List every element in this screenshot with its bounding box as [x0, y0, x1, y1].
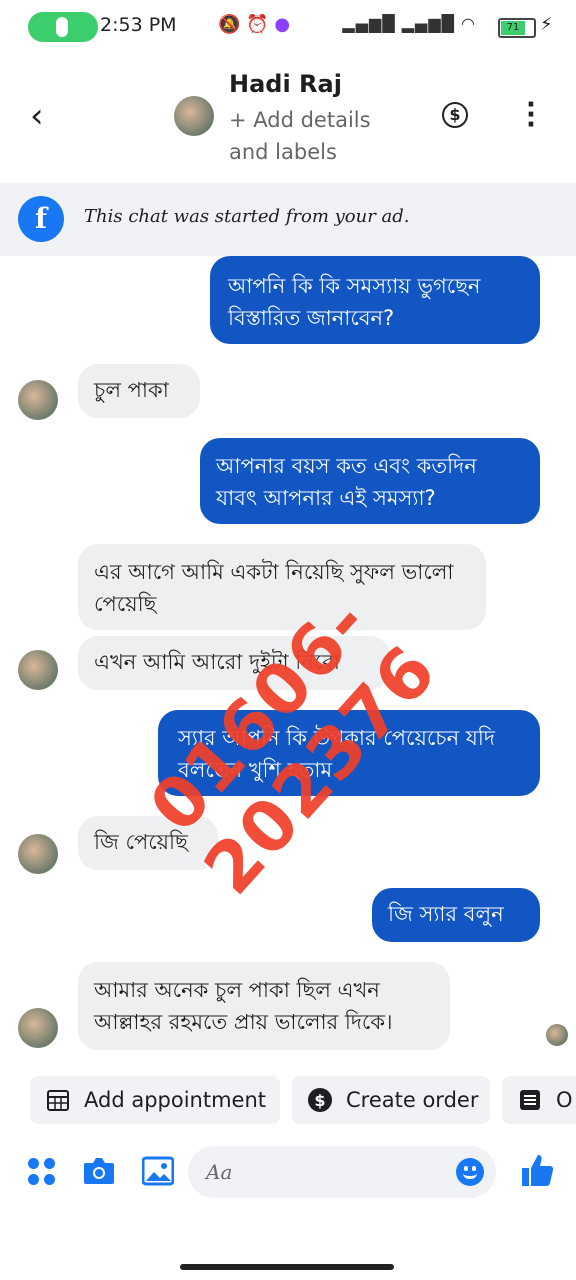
message-input[interactable] [188, 1146, 496, 1198]
microphone-indicator [28, 12, 98, 42]
microphone-icon [56, 17, 68, 37]
back-button[interactable]: ‹ [30, 96, 44, 136]
dollar-circle-icon: $ [308, 1088, 332, 1112]
sender-avatar [18, 380, 58, 420]
sender-avatar [18, 650, 58, 690]
apps-menu-icon[interactable] [28, 1158, 56, 1186]
like-icon[interactable] [520, 1152, 554, 1188]
chip-label: Create order [346, 1088, 479, 1112]
chip-label: Add appointment [84, 1088, 267, 1112]
calendar-icon [47, 1090, 69, 1111]
add-appointment-chip[interactable]: Add appointment [30, 1076, 280, 1124]
signal-wifi-icons: ▂▄▆█ ▂▄▆█ ◠ [342, 14, 476, 33]
more-options-button[interactable]: · · · [526, 92, 536, 138]
message-text: চুল পাকা [94, 378, 169, 402]
alarm-icon: ⏰ [246, 14, 269, 35]
add-details-link[interactable]: + Add details and labels [229, 104, 399, 168]
svg-text:$: $ [314, 1091, 325, 1110]
message-input-placeholder: Aa [206, 1160, 233, 1184]
contact-avatar[interactable] [174, 96, 214, 136]
outgoing-message[interactable]: আপনি কি কি সমস্যায় ভুগছেন বিস্তারিত জান… [210, 256, 540, 344]
charging-icon: ⚡ [540, 14, 553, 35]
camera-icon[interactable] [82, 1156, 116, 1186]
seen-receipt-avatar [546, 1024, 568, 1046]
message-text: জি স্যার বলুন [388, 902, 504, 926]
sender-avatar [18, 834, 58, 874]
emoji-icon[interactable] [456, 1158, 484, 1186]
dollar-icon: $ [449, 105, 461, 124]
incoming-message[interactable]: চুল পাকা [78, 364, 200, 418]
battery-level: 71 [501, 21, 525, 35]
messenger-icon: ● [274, 14, 291, 35]
create-order-chip[interactable]: $ Create order [292, 1076, 490, 1124]
contact-name[interactable]: Hadi Raj [229, 70, 342, 98]
order-list-chip[interactable]: O [502, 1076, 576, 1124]
mute-icon: 🔕 [218, 14, 241, 35]
facebook-icon: f [18, 196, 64, 242]
message-text: আপনি কি কি সমস্যায় ভুগছেন বিস্তারিত জান… [228, 274, 481, 330]
payment-button[interactable]: $ [442, 102, 468, 128]
sender-avatar [18, 1008, 58, 1048]
battery-icon: 71 [498, 18, 536, 38]
outgoing-message[interactable]: জি স্যার বলুন [372, 888, 540, 942]
outgoing-message[interactable]: আপনার বয়স কত এবং কতদিন যাবৎ আপনার এই সম… [200, 438, 540, 524]
status-time: 2:53 PM [100, 14, 177, 36]
banner-text: This chat was started from your ad. [84, 206, 410, 227]
message-text: আমার অনেক চুল পাকা ছিল এখন আল্লাহর রহমতে… [94, 978, 393, 1034]
status-notification-icons: 🔕 ⏰ ● [218, 14, 290, 35]
chip-label: O [556, 1088, 573, 1112]
order-list-icon [520, 1090, 540, 1110]
home-indicator[interactable] [180, 1264, 394, 1270]
gallery-icon[interactable] [142, 1156, 174, 1186]
